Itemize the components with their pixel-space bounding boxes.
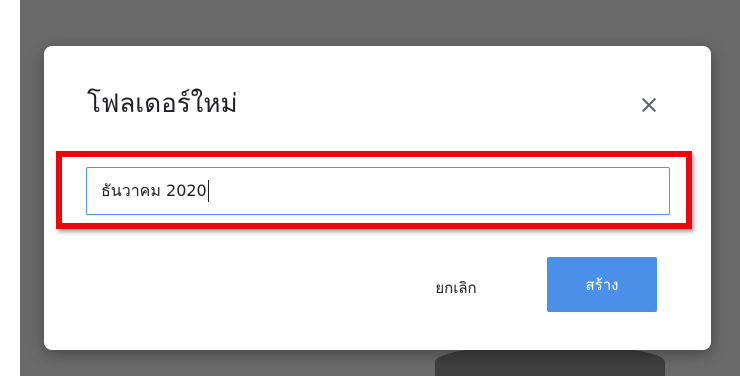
- new-folder-dialog: โฟลเดอร์ใหม่ ธันวาคม 2020 ยกเลิก สร้าง: [44, 46, 711, 350]
- close-icon[interactable]: [640, 96, 658, 114]
- folder-name-input[interactable]: ธันวาคม 2020: [86, 167, 670, 215]
- cancel-button[interactable]: ยกเลิก: [416, 270, 496, 306]
- create-button[interactable]: สร้าง: [547, 257, 657, 312]
- screen: โฟลเดอร์ใหม่ ธันวาคม 2020 ยกเลิก สร้าง: [0, 0, 740, 376]
- dialog-title: โฟลเดอร์ใหม่: [87, 89, 238, 119]
- folder-name-value: ธันวาคม 2020: [101, 180, 207, 200]
- backdrop-shape: [435, 346, 665, 376]
- text-caret: [207, 180, 209, 202]
